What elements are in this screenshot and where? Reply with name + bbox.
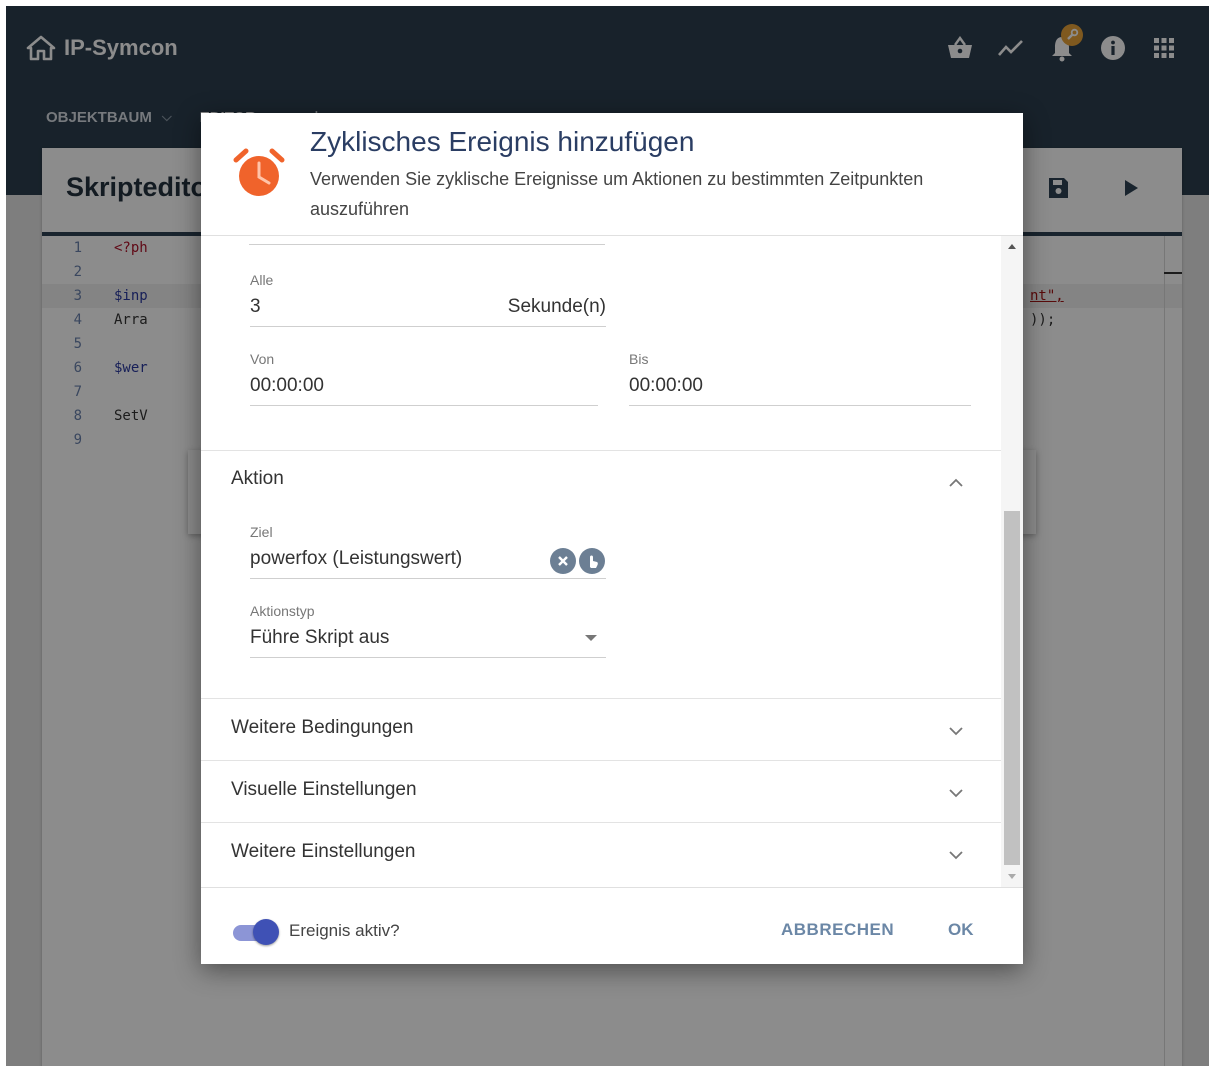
toggle-knob [253,919,279,945]
to-field[interactable]: Bis 00:00:00 [629,351,971,406]
interval-field[interactable]: Alle 3 Sekunde(n) [250,272,606,327]
dialog-body: Alle 3 Sekunde(n) Von 00:00:00 Bis 00:00… [201,236,1001,887]
from-field[interactable]: Von 00:00:00 [250,351,598,406]
scroll-down-icon[interactable] [1008,874,1016,879]
scroll-up-icon[interactable] [1008,244,1016,249]
interval-unit: Sekunde(n) [507,296,606,317]
from-input[interactable]: 00:00:00 [250,375,598,406]
section-aktion-title[interactable]: Aktion [231,468,284,490]
action-type-value: Führe Skript aus [250,627,390,648]
cyclic-event-dialog: Zyklisches Ereignis hinzufügen Verwenden… [201,113,1023,964]
divider [201,760,1001,761]
dialog-header: Zyklisches Ereignis hinzufügen Verwenden… [201,113,1023,236]
event-active-label: Ereignis aktiv? [289,921,400,940]
chevron-down-icon[interactable] [946,845,966,865]
target-field[interactable]: Ziel powerfox (Leistungswert) [250,524,606,579]
section-weitere-bedingungen[interactable]: Weitere Bedingungen [231,717,413,739]
section-weitere-einstellungen[interactable]: Weitere Einstellungen [231,841,415,863]
section-visuelle-einstellungen[interactable]: Visuelle Einstellungen [231,779,417,801]
to-label: Bis [629,351,649,367]
ok-button[interactable]: OK [948,920,974,940]
target-label: Ziel [250,524,273,540]
cancel-button[interactable]: ABBRECHEN [781,920,894,940]
dialog-title: Zyklisches Ereignis hinzufügen [310,126,695,157]
interval-label: Alle [250,272,274,288]
dialog-subtitle: Verwenden Sie zyklische Ereignisse um Ak… [310,169,924,219]
action-type-field[interactable]: Aktionstyp Führe Skript aus [250,603,606,658]
chevron-down-icon[interactable] [946,721,966,741]
field-underline [249,244,605,245]
from-label: Von [250,351,275,367]
app-window: IP-Symcon OBJEKTBAUM ⌵ Skripteditor 1 <?… [6,6,1209,1066]
action-type-select[interactable]: Führe Skript aus [250,627,606,658]
action-type-label: Aktionstyp [250,603,315,619]
select-target-icon[interactable] [579,548,605,574]
chevron-up-icon[interactable] [946,473,966,493]
divider [201,698,1001,699]
dialog-footer: Ereignis aktiv? ABBRECHEN OK [201,887,1023,965]
dropdown-arrow-icon[interactable] [584,633,598,643]
dialog-scrollbar[interactable] [1001,236,1023,887]
chevron-down-icon[interactable] [946,783,966,803]
event-active-toggle[interactable] [231,918,281,946]
target-value: powerfox (Leistungswert) [250,548,463,569]
interval-value: 3 [250,296,261,317]
divider [201,822,1001,823]
to-input[interactable]: 00:00:00 [629,375,971,406]
divider [201,450,1001,451]
scroll-thumb[interactable] [1004,511,1020,865]
clear-icon[interactable] [550,548,576,574]
alarm-clock-icon [233,148,285,196]
target-input[interactable]: powerfox (Leistungswert) [250,548,606,579]
interval-input[interactable]: 3 Sekunde(n) [250,296,606,327]
